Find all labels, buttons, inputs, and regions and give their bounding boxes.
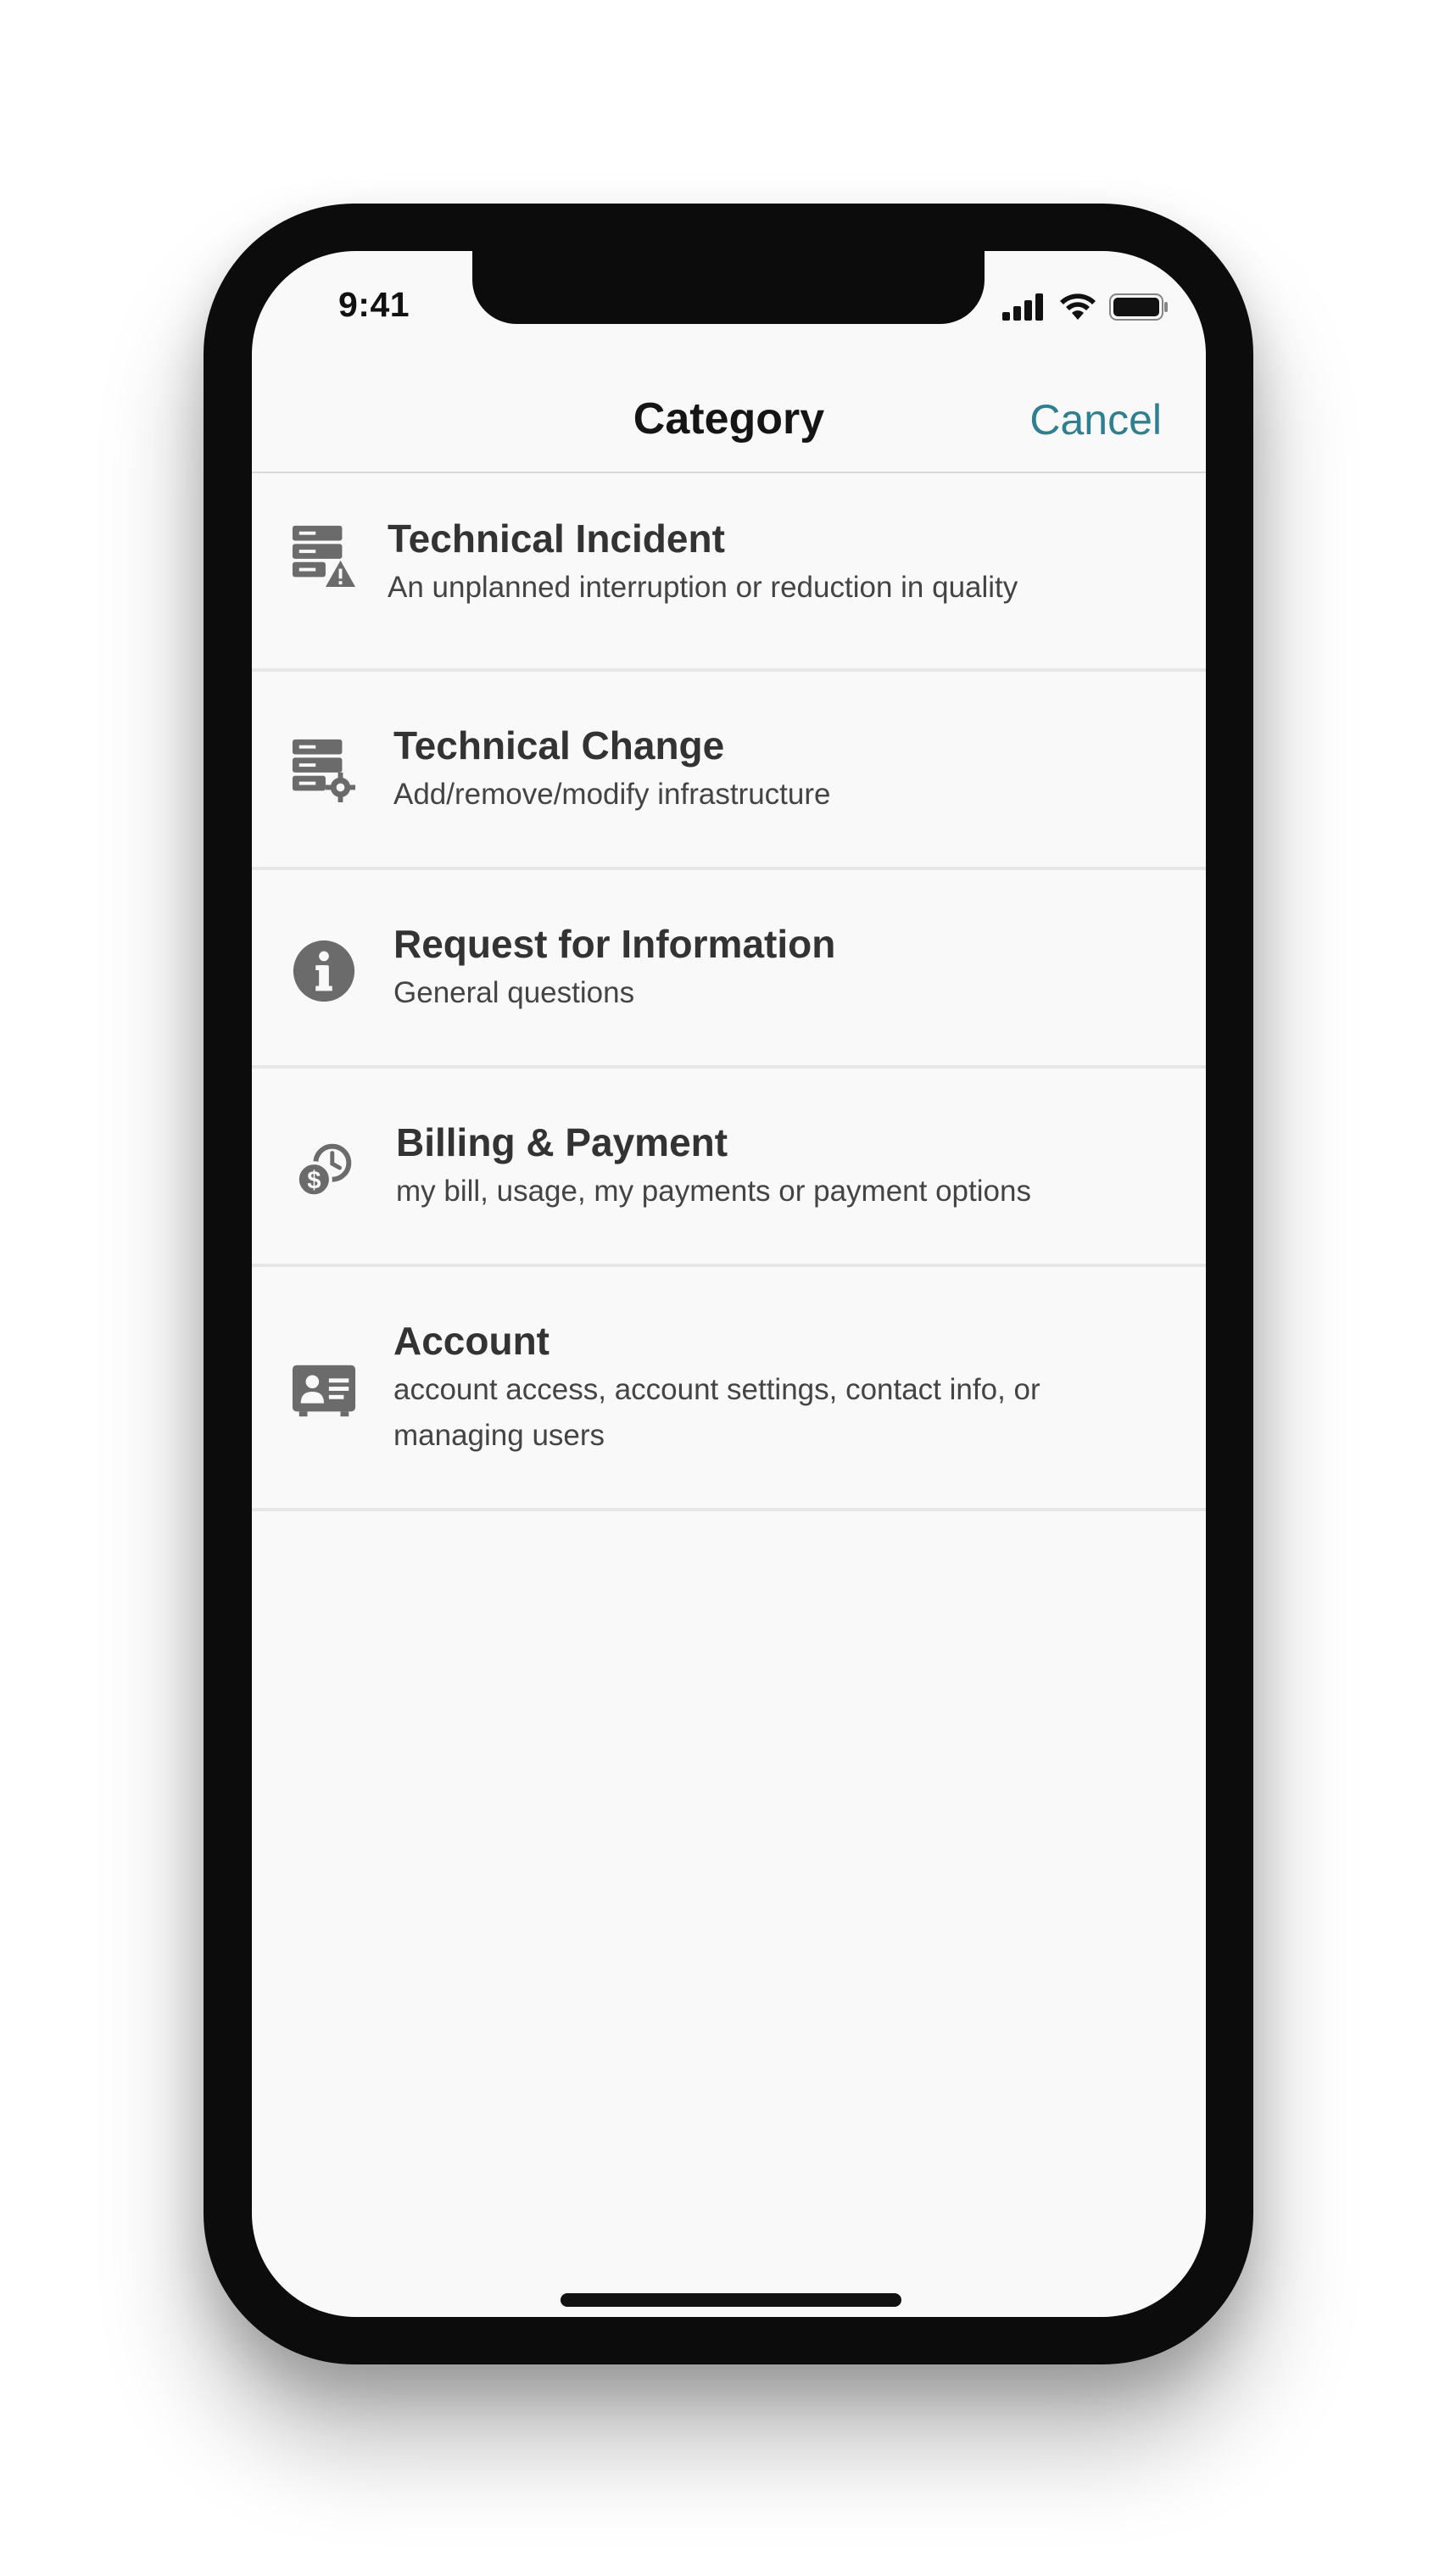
list-item-billing-payment[interactable]: $ Billing & Payment my bill, usage, my p… (252, 1069, 1206, 1267)
phone-frame: 9:41 Category Cancel Technical Incident … (204, 204, 1253, 2364)
item-subtitle: my bill, usage, my payments or payment o… (396, 1175, 1031, 1208)
home-indicator[interactable] (561, 2293, 901, 2307)
battery-icon (1109, 293, 1168, 321)
id-card-icon (292, 1365, 356, 1417)
item-title: Billing & Payment (396, 1120, 728, 1164)
item-subtitle: account access, account settings, contac… (393, 1373, 1040, 1452)
item-subtitle: Add/remove/modify infrastructure (393, 778, 831, 811)
list-item-request-for-information[interactable]: Request for Information General question… (252, 870, 1206, 1069)
list-item-account[interactable]: Account account access, account settings… (252, 1267, 1206, 1511)
nav-bar: Category Cancel (252, 370, 1206, 473)
svg-text:$: $ (307, 1167, 321, 1194)
status-icons (1002, 292, 1169, 322)
list-item-technical-incident[interactable]: Technical Incident An unplanned interrup… (252, 473, 1206, 672)
signal-icon (1002, 293, 1043, 321)
item-subtitle: General questions (393, 976, 635, 1009)
cancel-button[interactable]: Cancel (1029, 395, 1162, 444)
item-title: Technical Incident (388, 516, 725, 561)
list-item-technical-change[interactable]: Technical Change Add/remove/modify infra… (252, 672, 1206, 870)
info-icon (293, 940, 355, 1002)
status-time: 9:41 (338, 285, 410, 324)
billing-clock-icon: $ (295, 1143, 352, 1198)
notch (472, 251, 985, 324)
item-title: Account (393, 1319, 549, 1363)
wifi-icon (1060, 293, 1096, 320)
server-gear-icon (292, 739, 356, 802)
category-list: Technical Incident An unplanned interrup… (252, 473, 1206, 1511)
server-warning-icon (292, 525, 356, 588)
item-title: Request for Information (393, 922, 836, 966)
item-title: Technical Change (393, 723, 725, 768)
screen: 9:41 Category Cancel Technical Incident … (252, 251, 1206, 2317)
item-subtitle: An unplanned interruption or reduction i… (388, 571, 1018, 604)
